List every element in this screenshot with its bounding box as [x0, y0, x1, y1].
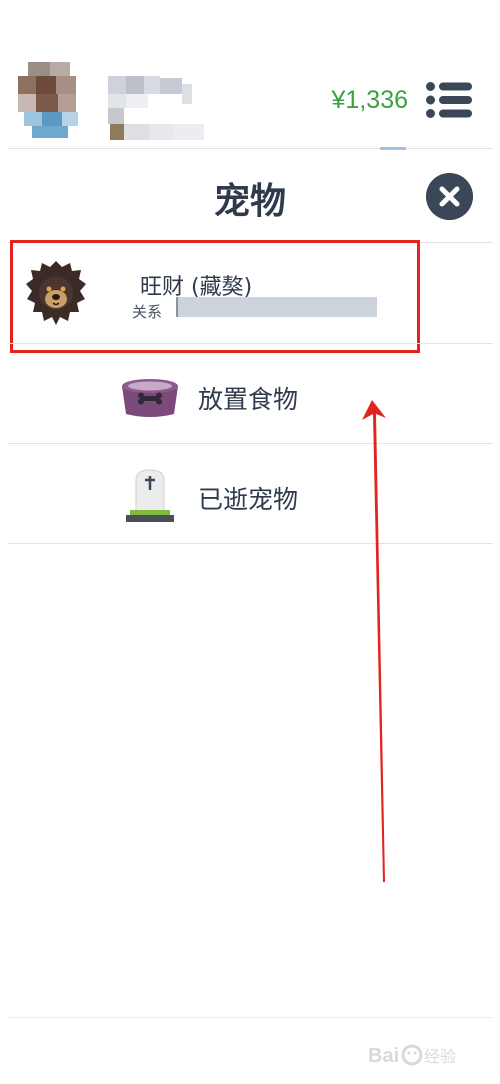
page-title: 宠物	[213, 181, 286, 222]
svg-text:经验: 经验	[424, 1048, 456, 1066]
svg-text:Bai: Bai	[368, 1045, 399, 1067]
deceased-pets-item[interactable]: 已逝宠物	[8, 444, 493, 544]
baidu-jingyan-watermark-logo: Bai 经验	[368, 1044, 456, 1067]
deceased-pets-label: 已逝宠物	[198, 485, 299, 514]
top-bar: ¥1,336	[0, 0, 500, 150]
header-accent	[380, 147, 406, 150]
bottom-divider	[8, 1017, 493, 1018]
row-divider	[8, 543, 493, 544]
highlight-annotation	[10, 240, 420, 353]
user-avatar[interactable]	[14, 62, 80, 138]
menu-list-icon[interactable]	[426, 82, 472, 118]
pet-bowl-icon	[122, 379, 178, 417]
tombstone-icon	[126, 469, 174, 522]
place-food-label: 放置食物	[198, 385, 299, 414]
close-icon[interactable]	[426, 173, 473, 220]
place-food-item[interactable]: 放置食物	[8, 344, 493, 444]
header-divider	[8, 148, 493, 149]
annotation-arrow	[362, 400, 386, 882]
balance-amount: ¥1,336	[331, 86, 408, 114]
username-blurred	[108, 76, 204, 140]
